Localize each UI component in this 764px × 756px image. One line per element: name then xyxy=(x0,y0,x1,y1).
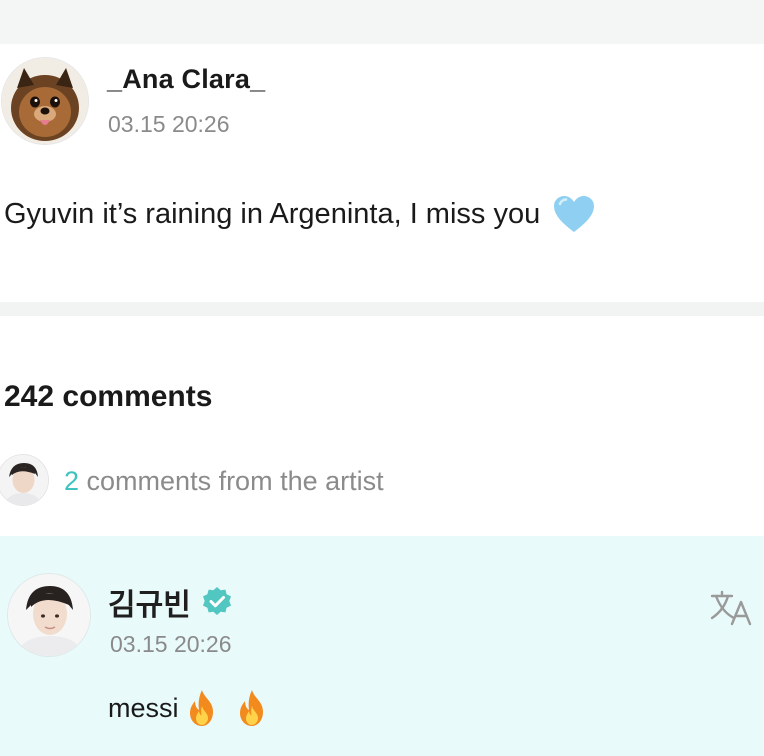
light-blue-heart-icon xyxy=(552,194,596,234)
dog-avatar-image xyxy=(2,58,88,144)
post-text: Gyuvin it’s raining in Argeninta, I miss… xyxy=(4,197,541,230)
fire-icon xyxy=(233,688,271,728)
post-card: _Ana Clara_ 03.15 20:26 Gyuvin it’s rain… xyxy=(0,44,764,302)
artist-comments-link[interactable]: 2 comments from the artist xyxy=(0,450,764,520)
artist-comments-text: comments from the artist xyxy=(79,466,384,496)
post-timestamp: 03.15 20:26 xyxy=(108,111,230,137)
artist-comments-count: 2 xyxy=(64,466,80,496)
post-author-avatar[interactable] xyxy=(2,58,88,144)
translate-icon[interactable] xyxy=(708,590,754,626)
verified-badge-icon xyxy=(201,586,233,618)
fire-icon xyxy=(183,688,221,728)
artist-comment-body: messi xyxy=(108,688,271,728)
post-body: Gyuvin it’s raining in Argeninta, I miss… xyxy=(4,194,596,234)
artist-name[interactable]: 김규빈 xyxy=(108,580,191,624)
artist-avatar[interactable] xyxy=(8,574,90,656)
comments-count: 242 comments xyxy=(4,380,213,413)
top-strip xyxy=(0,0,764,44)
section-divider xyxy=(0,302,764,316)
artist-comments-label: 2 comments from the artist xyxy=(64,466,384,497)
post-author-name[interactable]: _Ana Clara_ xyxy=(107,64,265,95)
artist-comment-text: messi xyxy=(108,692,179,723)
artist-small-avatar xyxy=(0,455,48,505)
artist-comment-timestamp: 03.15 20:26 xyxy=(110,631,232,657)
artist-comment: 김규빈 03.15 20:26 messi xyxy=(0,536,764,756)
artist-name-row: 김규빈 xyxy=(108,580,233,624)
artist-portrait-small xyxy=(0,455,48,505)
artist-portrait xyxy=(8,574,90,656)
